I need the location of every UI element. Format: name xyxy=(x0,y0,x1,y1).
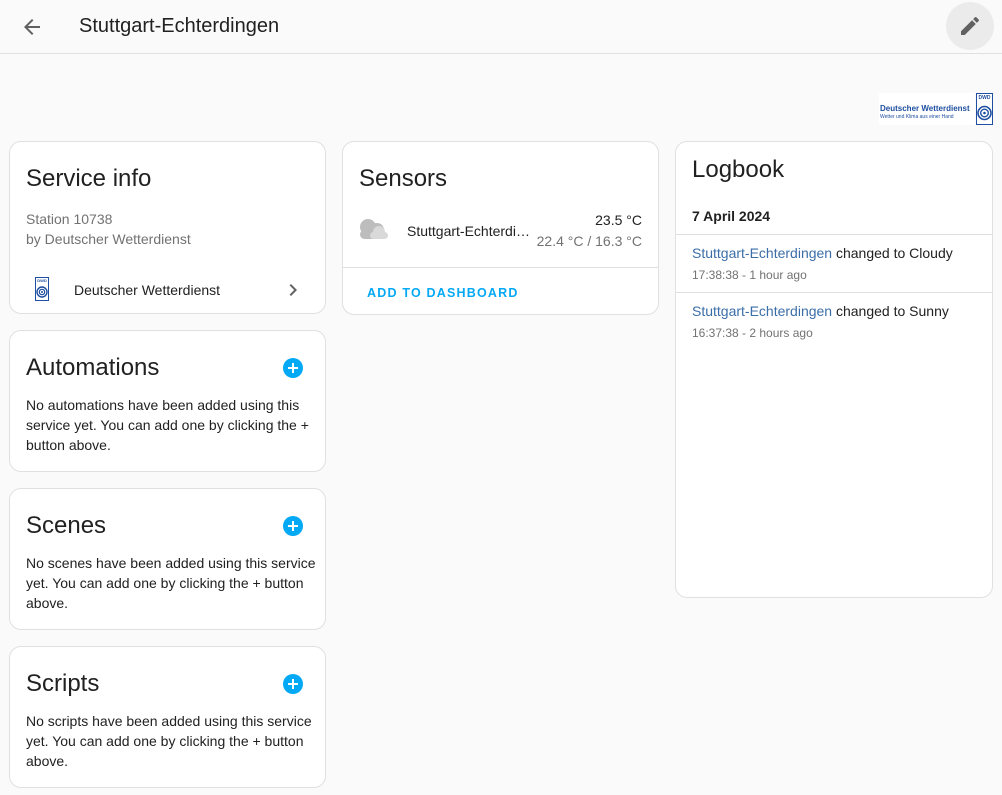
logbook-entry: Stuttgart-Echterdingen changed to Cloudy… xyxy=(676,235,992,292)
brand-name: Deutscher Wetterdienst xyxy=(880,104,970,113)
plus-icon xyxy=(288,679,298,689)
logbook-entity-link[interactable]: Stuttgart-Echterdingen xyxy=(692,303,832,319)
add-script-button[interactable] xyxy=(283,674,303,694)
chevron-right-icon xyxy=(289,284,297,296)
pencil-icon xyxy=(961,16,980,35)
arrow-left-icon xyxy=(24,19,40,35)
scripts-empty-text: No scripts have been added using this se… xyxy=(26,713,312,769)
service-info-title: Service info xyxy=(26,165,152,192)
brand-tagline: Wetter und Klima aus einer Hand xyxy=(880,114,954,120)
brand-logo: Deutscher Wetterdienst Wetter und Klima … xyxy=(879,93,994,125)
dwd-emblem-abbr: DWD xyxy=(978,95,991,101)
scripts-title: Scripts xyxy=(26,670,100,697)
plus-icon xyxy=(288,521,298,531)
dwd-logo-abbr: DWD xyxy=(37,278,47,283)
integration-label: Deutscher Wetterdienst xyxy=(74,282,221,298)
logbook-time: 16:37:38 - 2 hours ago xyxy=(692,326,813,340)
add-scene-button[interactable] xyxy=(283,516,303,536)
card-divider xyxy=(343,267,658,268)
scenes-empty-text: No scenes have been added using this ser… xyxy=(26,555,316,611)
sensor-row[interactable]: Stuttgart-Echterdi… 23.5 °C 22.4 °C / 16… xyxy=(343,208,658,254)
add-to-dashboard-button[interactable]: ADD TO DASHBOARD xyxy=(367,285,519,301)
logbook-time: 17:38:38 - 1 hour ago xyxy=(692,268,807,282)
automations-card: Automations No automations have been add… xyxy=(9,330,326,472)
sensor-name: Stuttgart-Echterdi… xyxy=(407,223,530,239)
integration-row[interactable]: DWD Deutscher Wetterdienst xyxy=(10,271,325,311)
dwd-logo-icon: DWD xyxy=(35,277,49,301)
service-info-card: Service info Station 10738 by Deutscher … xyxy=(9,141,326,314)
page-title: Stuttgart-Echterdingen xyxy=(79,15,280,37)
edit-button[interactable] xyxy=(946,2,994,50)
scripts-card: Scripts No scripts have been added using… xyxy=(9,646,326,788)
service-manufacturer: by Deutscher Wetterdienst xyxy=(26,231,191,247)
cloudy-icon xyxy=(360,219,388,239)
scenes-title: Scenes xyxy=(26,512,107,539)
automations-title: Automations xyxy=(26,354,160,381)
logbook-card: Logbook 7 April 2024 Stuttgart-Echterdin… xyxy=(675,141,993,598)
sensors-title: Sensors xyxy=(359,165,448,192)
logbook-message: changed to Sunny xyxy=(832,303,949,319)
station-id: Station 10738 xyxy=(26,211,113,227)
sensors-card: Sensors Stuttgart-Echterdi… 23.5 °C 22.4… xyxy=(342,141,659,315)
dwd-swirl-icon xyxy=(977,105,992,121)
logbook-title: Logbook xyxy=(692,156,785,183)
sensor-temperature: 23.5 °C xyxy=(595,212,642,228)
dwd-emblem: DWD xyxy=(976,93,993,125)
back-button[interactable] xyxy=(12,7,52,47)
scenes-card: Scenes No scenes have been added using t… xyxy=(9,488,326,630)
plus-icon xyxy=(288,363,298,373)
automations-empty-text: No automations have been added using thi… xyxy=(26,397,309,453)
logbook-message: changed to Cloudy xyxy=(832,245,953,261)
sensor-temp-range: 22.4 °C / 16.3 °C xyxy=(536,233,642,249)
logbook-entry: Stuttgart-Echterdingen changed to Sunny … xyxy=(676,293,992,350)
logbook-entity-link[interactable]: Stuttgart-Echterdingen xyxy=(692,245,832,261)
add-automation-button[interactable] xyxy=(283,358,303,378)
logbook-date: 7 April 2024 xyxy=(692,208,771,224)
top-app-bar: Stuttgart-Echterdingen xyxy=(0,0,1002,54)
